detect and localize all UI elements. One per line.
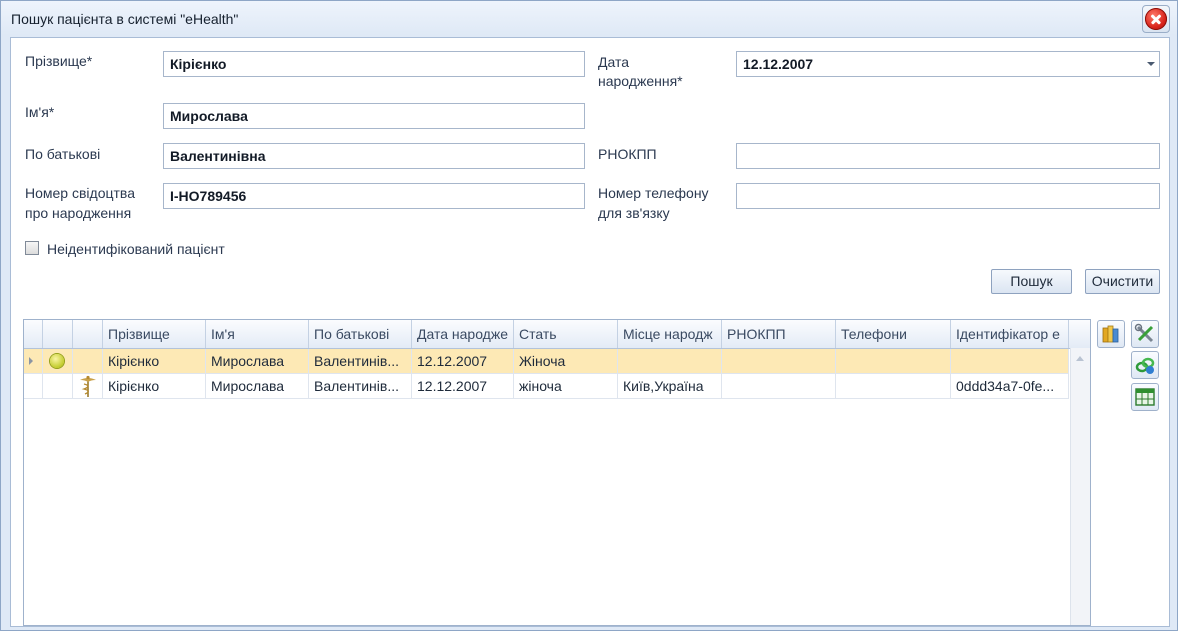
row-indicator [24, 374, 43, 399]
cell-birthdate: 12.12.2007 [412, 349, 514, 374]
row-pointer-icon [29, 357, 33, 365]
status-dot-icon [50, 354, 64, 368]
column-header-sex[interactable]: Стать [514, 320, 618, 348]
name-field[interactable]: Мирослава [163, 103, 585, 129]
close-icon [1145, 8, 1167, 30]
surname-label: Прізвище* [25, 53, 93, 69]
patronymic-field[interactable]: Валентинівна [163, 143, 585, 169]
header-indicator-col [24, 320, 43, 348]
status-cell [43, 349, 73, 374]
cell-birthplace: Київ,Україна [618, 374, 722, 399]
certificate-label-line1: Номер свідоцтва [25, 185, 135, 201]
books-button[interactable] [1097, 320, 1125, 348]
cell-name: Мирослава [206, 349, 309, 374]
unidentified-checkbox[interactable] [25, 241, 39, 255]
rnokpp-label: РНОКПП [598, 146, 657, 162]
column-header-name[interactable]: Ім'я [206, 320, 309, 348]
caduceus-icon [80, 375, 96, 397]
patronymic-label: По батькові [25, 146, 101, 162]
phone-label-line2: для зв'язку [598, 205, 670, 221]
phone-field[interactable] [736, 183, 1160, 209]
cell-birthplace [618, 349, 722, 374]
name-label: Ім'я* [25, 104, 55, 120]
cell-phones [836, 349, 951, 374]
cell-rnokpp [722, 349, 836, 374]
chevron-down-icon[interactable] [1147, 62, 1155, 66]
cell-phones [836, 374, 951, 399]
table-grid-icon [1135, 388, 1155, 406]
books-icon [1102, 325, 1119, 343]
birthdate-combo[interactable]: 12.12.2007 [736, 51, 1160, 77]
cell-surname: Кірієнко [103, 374, 206, 399]
column-header-rnokpp[interactable]: РНОКПП [722, 320, 836, 348]
table-header: Прізвище Ім'я По батькові Дата народже С… [24, 320, 1090, 349]
cell-patronymic: Валентинів... [309, 374, 412, 399]
cell-ehealth-id: 0ddd34a7-0fe... [951, 374, 1069, 399]
column-header-ehealth-id[interactable]: Ідентифікатор е [951, 320, 1069, 348]
icon-cell [73, 374, 103, 399]
header-status-col [43, 320, 73, 348]
rnokpp-field[interactable] [736, 143, 1160, 169]
certificate-label-line2: про народження [25, 205, 132, 221]
phone-label-line1: Номер телефону [598, 185, 709, 201]
search-button[interactable]: Пошук [991, 269, 1072, 294]
column-header-patronymic[interactable]: По батькові [309, 320, 412, 348]
search-panel: Прізвище* Кірієнко Дата народження* 12.1… [10, 37, 1170, 627]
surname-field[interactable]: Кірієнко [163, 51, 585, 77]
table-grid-button[interactable] [1131, 383, 1159, 411]
birthdate-value: 12.12.2007 [743, 56, 814, 72]
certificate-field[interactable]: І-НО789456 [163, 183, 585, 209]
header-icon-col [73, 320, 103, 348]
settings-tools-button[interactable] [1131, 320, 1159, 348]
vertical-scrollbar[interactable] [1070, 348, 1090, 625]
cell-sex: жіноча [514, 374, 618, 399]
status-cell [43, 374, 73, 399]
table-row[interactable]: Кірієнко Мирослава Валентинів... 12.12.2… [24, 349, 1069, 374]
close-button[interactable] [1142, 5, 1170, 33]
link-help-icon [1135, 357, 1155, 374]
dialog-window: Пошук пацієнта в системі "eHealth" Прізв… [0, 0, 1178, 631]
scroll-up-icon[interactable] [1076, 356, 1084, 361]
window-title: Пошук пацієнта в системі "eHealth" [11, 11, 239, 27]
row-indicator [24, 349, 43, 374]
table-row[interactable]: Кірієнко Мирослава Валентинів... 12.12.2… [24, 374, 1069, 399]
birthdate-label-line2: народження* [598, 73, 683, 89]
column-header-surname[interactable]: Прізвище [103, 320, 206, 348]
birthdate-label-line1: Дата [598, 54, 630, 70]
column-header-phones[interactable]: Телефони [836, 320, 951, 348]
icon-cell [73, 349, 103, 374]
link-help-button[interactable] [1131, 351, 1159, 379]
cell-surname: Кірієнко [103, 349, 206, 374]
cell-rnokpp [722, 374, 836, 399]
cell-sex: Жіноча [514, 349, 618, 374]
tools-icon [1134, 323, 1154, 343]
cell-ehealth-id [951, 349, 1069, 374]
results-table: Прізвище Ім'я По батькові Дата народже С… [23, 319, 1091, 626]
column-header-birthplace[interactable]: Місце народж [618, 320, 722, 348]
cell-name: Мирослава [206, 374, 309, 399]
cell-birthdate: 12.12.2007 [412, 374, 514, 399]
clear-button[interactable]: Очистити [1085, 269, 1160, 294]
cell-patronymic: Валентинів... [309, 349, 412, 374]
column-header-birthdate[interactable]: Дата народже [412, 320, 514, 348]
title-bar: Пошук пацієнта в системі "eHealth" [1, 1, 1177, 35]
unidentified-label: Неідентифікований пацієнт [47, 241, 225, 257]
